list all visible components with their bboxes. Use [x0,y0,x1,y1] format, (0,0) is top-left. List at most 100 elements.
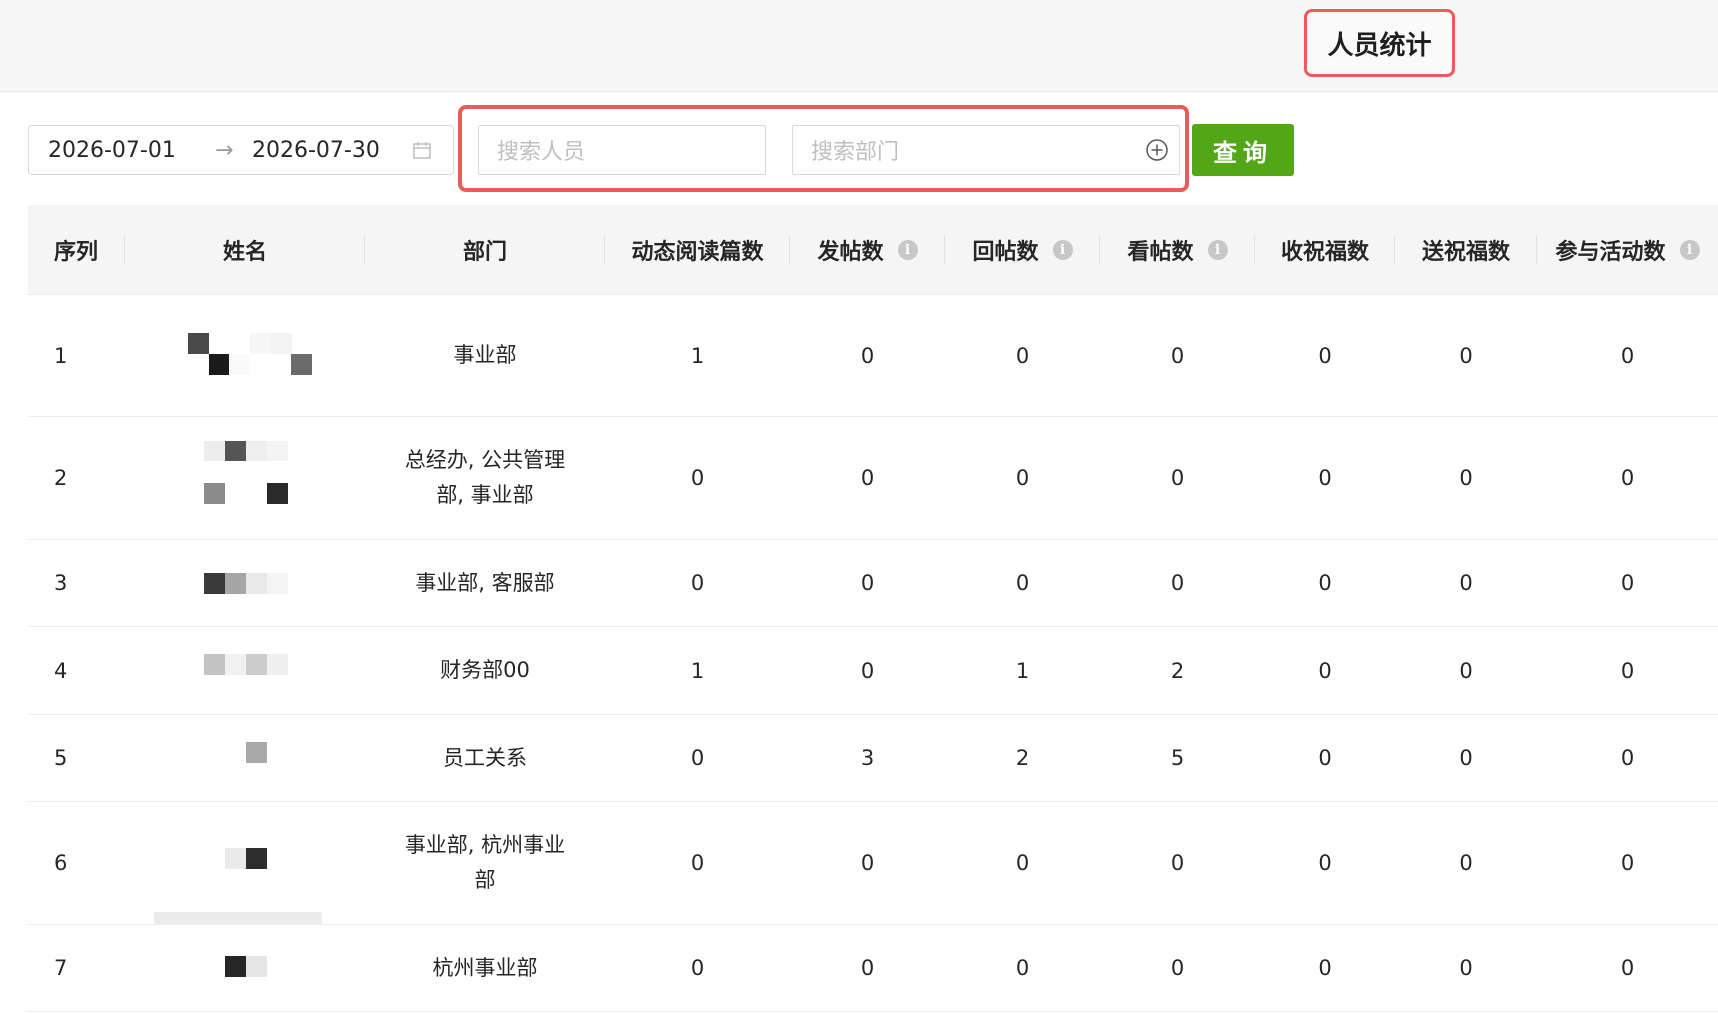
cell-department: 事业部 [365,295,605,416]
cell-read-count: 1 [690,658,705,683]
cell-received-blessings: 0 [1318,343,1332,368]
department-text: 员工关系 [443,745,527,770]
cell-view-count: 0 [1170,571,1185,595]
plus-circle-icon[interactable] [1145,138,1169,162]
table-row[interactable]: 7 杭州事业部 0 0 0 0 0 0 0 [28,925,1718,1012]
cell-department: 员工关系 [365,715,605,801]
info-icon[interactable]: i [1679,240,1700,260]
table-row[interactable]: 4 财务部00 1 0 1 2 0 0 0 [28,627,1718,715]
col-reply-count[interactable]: 回帖数 i [945,205,1100,295]
cell-post-count: 0 [860,571,875,595]
cell-activity-count: 0 [1620,956,1635,980]
cell-index: 6 [54,851,68,875]
cell-sent-blessings: 0 [1459,956,1473,980]
cell-read-count: 0 [690,466,705,490]
name-cell-redacted [154,802,322,933]
end-date[interactable]: 2026-07-30 [252,138,380,163]
department-text: 事业部 [453,343,517,367]
name-cell-redacted [154,925,322,1011]
cell-index: 5 [54,746,68,770]
department-text: 事业部, 客服部 [415,570,555,595]
table-row[interactable]: 2 总经办, 公共管理部, 事业部 0 0 0 0 0 0 0 [28,417,1718,540]
cell-read-count: 1 [690,343,705,368]
name-cell-redacted [154,540,322,626]
col-label: 回帖数 [972,240,1039,265]
col-label: 姓名 [222,240,267,265]
cell-received-blessings: 0 [1318,956,1332,980]
col-activity-count[interactable]: 参与活动数 i [1537,205,1718,295]
cell-view-count: 2 [1170,658,1185,683]
cell-department: 事业部, 杭州事业部 [365,802,605,924]
query-button[interactable]: 查询 [1192,124,1294,176]
calendar-icon[interactable] [412,140,432,160]
col-view-count[interactable]: 看帖数 i [1100,205,1255,295]
cell-view-count: 0 [1170,466,1185,490]
col-post-count[interactable]: 发帖数 i [790,205,945,295]
department-text: 财务部00 [440,658,530,682]
cell-post-count: 0 [860,956,875,980]
cell-received-blessings: 0 [1318,746,1332,770]
department-text: 杭州事业部 [432,955,538,980]
name-cell-redacted [154,627,322,714]
cell-view-count: 0 [1170,956,1185,980]
table-row[interactable]: 1 事业部 1 0 0 0 0 0 0 [28,295,1718,417]
cell-reply-count: 2 [1015,746,1030,770]
col-label: 参与活动数 [1555,240,1666,265]
table-row[interactable]: 6 事业部, 杭州事业部 0 0 0 0 0 0 0 [28,802,1718,933]
cell-reply-count: 0 [1015,851,1030,875]
cell-index: 4 [54,658,68,683]
table-row[interactable]: 3 事业部, 客服部 0 0 0 0 0 0 0 [28,540,1718,627]
cell-view-count: 5 [1170,746,1185,770]
cell-activity-count: 0 [1620,571,1635,595]
cell-activity-count: 0 [1620,746,1635,770]
cell-department: 财务部00 [365,627,605,714]
cell-received-blessings: 0 [1318,466,1332,490]
col-sent-blessings[interactable]: 送祝福数 [1395,205,1537,295]
name-cell-redacted [154,295,322,416]
cell-index: 2 [54,466,68,490]
cell-activity-count: 0 [1620,658,1635,683]
cell-index: 1 [54,343,68,368]
col-label: 送祝福数 [1421,240,1510,265]
tab-personnel-stats[interactable]: 人员统计 [1304,9,1455,77]
search-person-input[interactable]: 搜索人员 [478,125,766,175]
cell-read-count: 0 [690,851,705,875]
department-text: 总经办, 公共管理部, 事业部 [404,448,566,507]
col-read-count[interactable]: 动态阅读篇数 [605,205,790,295]
cell-post-count: 0 [860,466,875,490]
cell-index: 3 [54,571,68,595]
cell-read-count: 0 [690,956,705,980]
info-icon[interactable]: i [1207,240,1228,260]
col-label: 发帖数 [817,240,884,265]
cell-reply-count: 0 [1015,466,1030,490]
cell-activity-count: 0 [1620,466,1635,490]
range-arrow: → [215,137,234,163]
col-label: 看帖数 [1127,240,1194,265]
cell-reply-count: 0 [1015,571,1030,595]
info-icon[interactable]: i [897,240,918,260]
cell-post-count: 0 [860,658,875,683]
name-cell-redacted [154,417,322,539]
col-department[interactable]: 部门 [365,205,605,295]
info-icon[interactable]: i [1052,240,1073,260]
col-name[interactable]: 姓名 [125,205,365,295]
cell-sent-blessings: 0 [1459,658,1473,683]
start-date[interactable]: 2026-07-01 [48,138,176,163]
cell-received-blessings: 0 [1318,658,1332,683]
table-row[interactable]: 5 员工关系 0 3 2 5 0 0 0 [28,715,1718,802]
search-department-input[interactable]: 搜索部门 [792,125,1180,175]
col-index[interactable]: 序列 [28,205,125,295]
cell-read-count: 0 [690,571,705,595]
col-received-blessings[interactable]: 收祝福数 [1255,205,1395,295]
cell-received-blessings: 0 [1318,571,1332,595]
cell-post-count: 3 [860,746,875,770]
col-label: 序列 [54,240,99,265]
cell-index: 7 [54,956,68,980]
department-text: 事业部, 杭州事业部 [404,833,566,892]
cell-activity-count: 0 [1620,851,1635,875]
name-cell-redacted [154,715,322,801]
date-range-picker[interactable]: 2026-07-01 → 2026-07-30 [28,125,454,175]
cell-sent-blessings: 0 [1459,851,1473,875]
col-label: 部门 [462,240,507,265]
cell-activity-count: 0 [1620,343,1635,368]
